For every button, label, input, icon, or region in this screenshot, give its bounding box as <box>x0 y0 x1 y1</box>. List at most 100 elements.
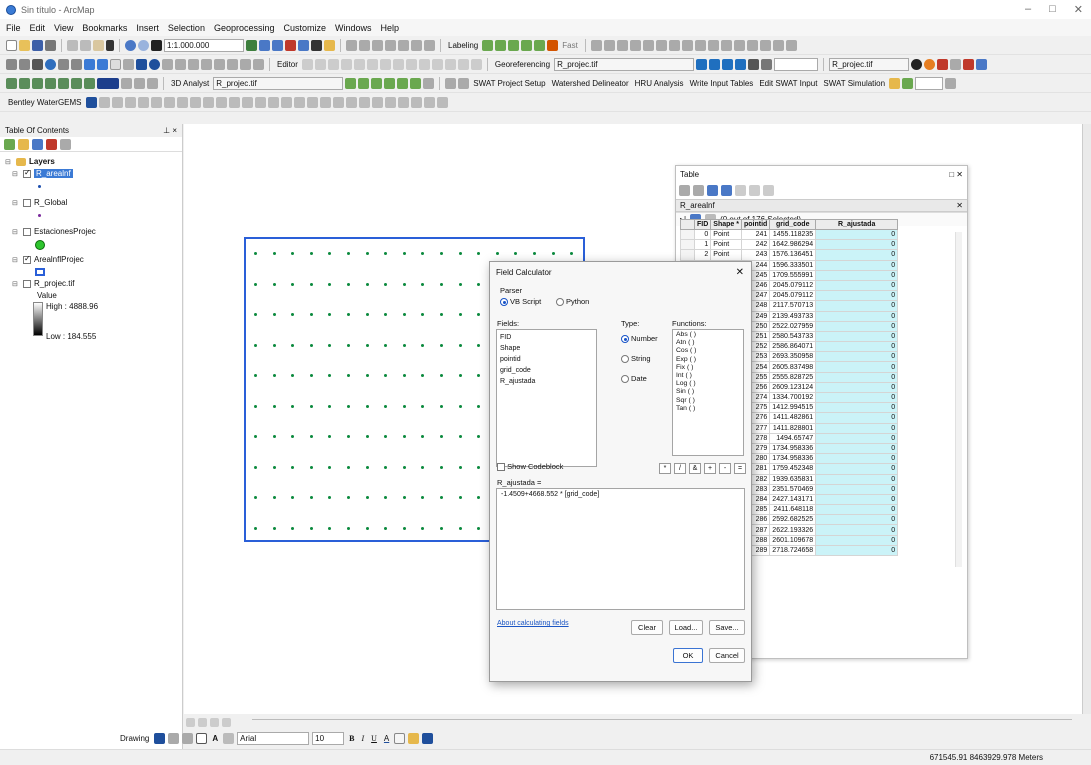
grid-point[interactable] <box>440 435 443 438</box>
editor-menu[interactable]: Editor <box>275 60 300 69</box>
grid-point[interactable] <box>328 343 332 347</box>
bold-button[interactable]: B <box>347 734 356 743</box>
grid-point[interactable] <box>254 465 257 469</box>
layout-tool-9-icon[interactable] <box>694 39 706 51</box>
cell-r-ajustada[interactable]: 0 <box>815 402 899 414</box>
grid-point[interactable] <box>477 435 481 438</box>
grid-point[interactable] <box>309 374 313 377</box>
grid-point[interactable] <box>384 252 388 255</box>
cell-r-ajustada[interactable]: 0 <box>815 412 899 424</box>
cell-grid-code[interactable]: 1412.994515 <box>769 402 817 414</box>
wg-tool-27-icon[interactable] <box>436 96 448 108</box>
grid-point[interactable] <box>458 343 462 347</box>
3d-analyst-menu[interactable]: 3D Analyst <box>169 79 211 88</box>
function-item[interactable]: Int ( ) <box>676 372 740 380</box>
expression-text[interactable]: -1.4509+4668.552 * [grid_code] <box>501 491 599 498</box>
grid-point[interactable] <box>347 465 350 469</box>
grid-point[interactable] <box>495 252 499 255</box>
grid-point[interactable] <box>272 526 276 530</box>
grid-point[interactable] <box>291 313 295 316</box>
layout-tool-7-icon[interactable] <box>668 39 680 51</box>
redo-icon[interactable] <box>138 39 149 51</box>
swat-tool-1-icon[interactable] <box>445 77 457 89</box>
grid-point[interactable] <box>458 526 462 530</box>
function-item[interactable]: Tan ( ) <box>676 405 740 413</box>
grid-point[interactable] <box>458 252 462 255</box>
type-date-radio[interactable]: Date <box>621 374 647 384</box>
grid-point[interactable] <box>328 374 332 377</box>
select-by-attributes-icon[interactable] <box>707 185 718 196</box>
cell-grid-code[interactable]: 2622.193326 <box>769 524 817 536</box>
grid-point[interactable] <box>309 404 313 408</box>
operator-ampersand-button[interactable]: & <box>689 463 701 474</box>
lock-labels-icon[interactable] <box>521 39 533 51</box>
operator-plus-button[interactable]: + <box>704 463 716 474</box>
menu-help[interactable]: Help <box>381 23 400 33</box>
cell-r-ajustada[interactable]: 0 <box>815 320 899 332</box>
cell-r-ajustada[interactable]: 0 <box>815 422 899 434</box>
grid-point[interactable] <box>347 282 350 286</box>
list-by-selection-icon[interactable] <box>46 138 57 150</box>
grid-point[interactable] <box>365 526 369 530</box>
layout-tool-8-icon[interactable] <box>681 39 693 51</box>
layout-tool-16-icon[interactable] <box>785 39 797 51</box>
view-link-table-icon[interactable] <box>748 58 760 70</box>
cell-pointid[interactable]: 241 <box>740 228 771 241</box>
cell-grid-code[interactable]: 1411.482861 <box>769 412 817 424</box>
grid-point[interactable] <box>421 435 425 438</box>
wg-tool-4-icon[interactable] <box>137 96 149 108</box>
cell-grid-code[interactable]: 1576.136451 <box>769 249 817 261</box>
flicker-icon[interactable] <box>924 58 936 70</box>
zoom-out-icon[interactable] <box>19 58 30 70</box>
font-combo[interactable]: Arial <box>237 731 310 745</box>
cell-r-ajustada[interactable]: 0 <box>815 239 899 251</box>
add-control-points-icon[interactable] <box>735 58 747 70</box>
grid-point[interactable] <box>272 252 276 255</box>
nav-tool-6-icon[interactable] <box>71 77 82 89</box>
operator-minus-button[interactable]: - <box>719 463 731 474</box>
save-button[interactable]: Save... <box>709 620 745 635</box>
table-vertical-scrollbar[interactable] <box>955 232 962 567</box>
italic-button[interactable]: I <box>359 734 366 743</box>
html-popup-icon[interactable] <box>411 39 422 51</box>
cell-grid-code[interactable]: 1734.958336 <box>769 453 817 465</box>
cell-grid-code[interactable]: 2522.027959 <box>769 320 817 332</box>
clear-selection-icon[interactable] <box>123 58 134 70</box>
grid-point[interactable] <box>477 526 481 530</box>
font-color-button[interactable]: A <box>382 734 391 743</box>
nav-tool-4-icon[interactable] <box>45 77 56 89</box>
grid-point[interactable] <box>254 374 257 377</box>
cell-grid-code[interactable]: 2117.570713 <box>769 300 817 312</box>
cell-r-ajustada[interactable]: 0 <box>815 381 899 394</box>
cell-r-ajustada[interactable]: 0 <box>815 391 899 404</box>
menu-customize[interactable]: Customize <box>284 23 327 33</box>
grid-point[interactable] <box>272 404 276 408</box>
column-header-shape[interactable]: Shape * <box>710 219 742 230</box>
grid-point[interactable] <box>402 282 406 286</box>
cell-grid-code[interactable]: 2351.570469 <box>769 483 817 495</box>
grid-point[interactable] <box>402 313 406 316</box>
wg-tool-5-icon[interactable] <box>150 96 162 108</box>
label-priority-icon[interactable] <box>495 39 507 51</box>
layer-visibility-checkbox[interactable] <box>23 227 31 236</box>
grid-point[interactable] <box>309 465 313 469</box>
grid-point[interactable] <box>254 496 257 499</box>
editor-toolbar-icon[interactable] <box>246 39 257 51</box>
dialog-close-button[interactable]: ✕ <box>736 267 744 278</box>
grid-point[interactable] <box>254 252 257 255</box>
model-builder-icon[interactable] <box>324 39 335 51</box>
layout-tool-12-icon[interactable] <box>733 39 745 51</box>
grid-point[interactable] <box>421 404 425 408</box>
grid-point[interactable] <box>291 526 295 530</box>
contrast-icon[interactable] <box>963 58 975 70</box>
grid-point[interactable] <box>440 252 443 255</box>
fixed-zoom-in-icon[interactable] <box>58 58 69 70</box>
cell-grid-code[interactable]: 2592.682525 <box>769 514 817 526</box>
cut-icon[interactable] <box>67 39 78 51</box>
field-item[interactable]: Shape <box>500 343 593 354</box>
split-tool-icon[interactable] <box>418 58 430 70</box>
adjust-transparency-icon[interactable] <box>950 58 962 70</box>
shift-icon[interactable] <box>709 58 721 70</box>
column-header-pointid[interactable]: pointid <box>740 219 771 230</box>
layout-tool-2-icon[interactable] <box>603 39 615 51</box>
